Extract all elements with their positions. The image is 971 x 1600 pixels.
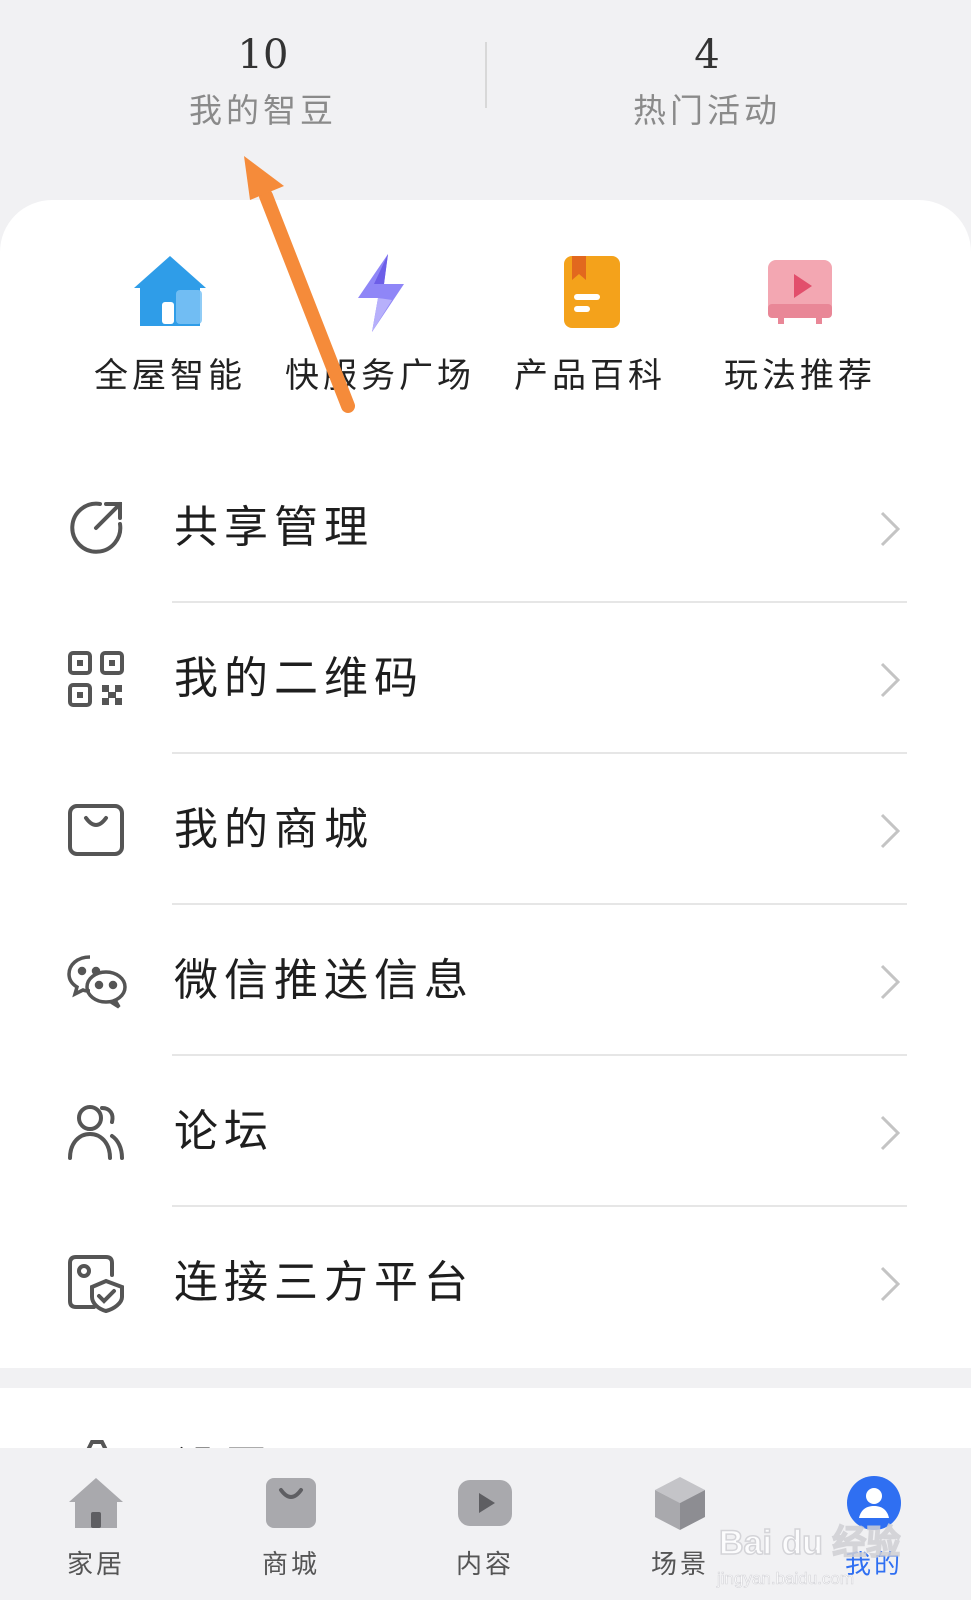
chevron-right-icon — [879, 1114, 901, 1152]
quick-action-label: 快服务广场 — [285, 356, 475, 396]
share-icon — [66, 498, 126, 558]
qr-code-icon — [66, 649, 126, 709]
watermark-brand: Bai du 经验 — [719, 1523, 900, 1562]
menu-item-label: 我的二维码 — [174, 653, 424, 704]
video-play-icon — [756, 248, 844, 336]
settings-gear-icon — [70, 1434, 124, 1448]
stat-label: 我的智豆 — [189, 91, 337, 130]
wechat-icon — [66, 951, 127, 1011]
stat-hot-events[interactable]: 4 热门活动 — [557, 30, 857, 136]
menu-item-forum[interactable]: 论坛 — [0, 1056, 971, 1207]
tab-label: 家居 — [66, 1550, 125, 1580]
quick-action-product-wiki[interactable]: 产品百科 — [485, 248, 695, 397]
stat-value: 4 — [694, 32, 720, 78]
menu-item-label: 共享管理 — [174, 502, 374, 553]
menu-item-my-qr-code[interactable]: 我的二维码 — [0, 603, 971, 754]
stat-value: 10 — [237, 32, 289, 78]
play-content-icon — [456, 1474, 514, 1532]
chevron-right-icon — [879, 812, 901, 850]
stats-header: 10 我的智豆 4 热门活动 — [0, 0, 971, 200]
watermark-url: jingyan.baidu.com — [716, 1569, 854, 1588]
chevron-right-icon — [879, 1265, 901, 1303]
settings-label[interactable]: 设置 — [174, 1432, 274, 1448]
house-icon — [126, 248, 214, 336]
baidu-watermark-logo: Bai du 经验 jingyan.baidu.com — [711, 1502, 901, 1592]
quick-action-whole-home[interactable]: 全屋智能 — [65, 248, 275, 397]
chevron-right-icon — [879, 661, 901, 699]
quick-action-service-plaza[interactable]: 快服务广场 — [275, 248, 485, 397]
shopping-bag-icon — [66, 800, 126, 860]
lightning-icon — [336, 248, 424, 336]
chevron-right-icon — [879, 510, 901, 548]
cube-icon — [651, 1474, 709, 1532]
chevron-right-icon — [879, 963, 901, 1001]
quick-action-recommendations[interactable]: 玩法推荐 — [695, 248, 905, 397]
stats-divider — [485, 42, 487, 108]
menu-item-label: 论坛 — [174, 1106, 274, 1157]
menu-item-wechat-push[interactable]: 微信推送信息 — [0, 905, 971, 1056]
menu-item-label: 微信推送信息 — [174, 955, 474, 1006]
tab-content[interactable]: 内容 — [425, 1474, 545, 1581]
forum-users-icon — [66, 1102, 126, 1162]
third-party-shield-icon — [66, 1253, 126, 1314]
stat-label: 热门活动 — [633, 91, 781, 130]
menu-item-share-management[interactable]: 共享管理 — [0, 452, 971, 603]
tab-label: 内容 — [455, 1550, 514, 1580]
home-icon — [67, 1474, 125, 1532]
book-icon — [546, 248, 634, 336]
menu-item-label: 连接三方平台 — [174, 1257, 474, 1308]
quick-action-label: 全屋智能 — [94, 356, 246, 396]
quick-action-label: 玩法推荐 — [724, 356, 876, 396]
settings-card: 设置 — [0, 1388, 971, 1448]
store-bag-icon — [262, 1474, 320, 1532]
menu-item-third-party-platforms[interactable]: 连接三方平台 — [0, 1207, 971, 1358]
tab-store[interactable]: 商城 — [231, 1474, 351, 1581]
tab-home[interactable]: 家居 — [36, 1474, 156, 1581]
menu-item-label: 我的商城 — [174, 804, 374, 855]
tab-label: 商城 — [261, 1550, 320, 1580]
quick-action-label: 产品百科 — [514, 356, 666, 396]
menu-item-my-store[interactable]: 我的商城 — [0, 754, 971, 905]
main-card: 全屋智能 快服务广场 产品百科 玩法推荐 共享管理 我的二维码 我的商城 微信推… — [0, 200, 971, 1368]
stat-smart-beans[interactable]: 10 我的智豆 — [113, 30, 413, 136]
